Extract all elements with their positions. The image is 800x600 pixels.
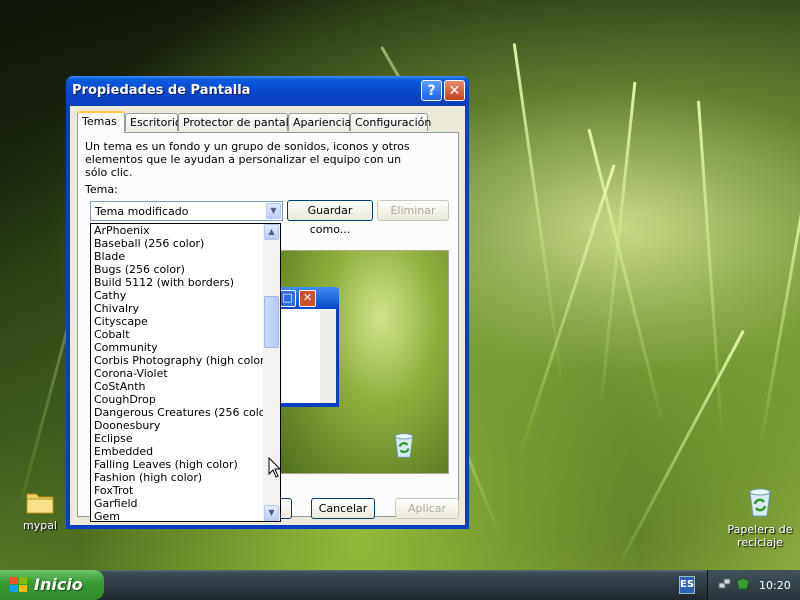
theme-dropdown-list[interactable]: ArPhoenix Baseball (256 color) Blade Bug… xyxy=(90,223,281,522)
start-label: Inicio xyxy=(34,575,83,594)
preview-mini-window: □ ✕ xyxy=(281,287,339,407)
tab-configuracion[interactable]: Configuración xyxy=(350,113,431,131)
desktop-icon-recycle-bin[interactable]: Papelera de reciclaje xyxy=(726,486,794,549)
delete-button[interactable]: Eliminar xyxy=(377,200,449,221)
tema-label: Tema: xyxy=(85,183,118,196)
windows-logo-icon xyxy=(10,577,27,592)
list-item[interactable]: CoughDrop xyxy=(94,393,156,406)
close-button[interactable]: ✕ xyxy=(444,80,465,101)
list-item[interactable]: Build 5112 (with borders) xyxy=(94,276,234,289)
grass-blade xyxy=(760,183,800,441)
list-item[interactable]: Garfield xyxy=(94,497,138,510)
list-item[interactable]: FoxTrot xyxy=(94,484,133,497)
preview-maximize-icon: □ xyxy=(281,290,296,307)
list-item[interactable]: Corbis Photography (high color) xyxy=(94,354,269,367)
list-item[interactable]: Doonesbury xyxy=(94,419,160,432)
list-item[interactable]: Gem xyxy=(94,510,120,521)
theme-preview: □ ✕ xyxy=(280,250,449,474)
save-as-button[interactable]: Guardar como... xyxy=(287,200,373,236)
list-item[interactable]: Cathy xyxy=(94,289,126,302)
taskbar: Inicio ES 10:20 xyxy=(0,570,800,600)
list-item[interactable]: Baseball (256 color) xyxy=(94,237,204,250)
desktop-icon-label-line2: reciclaje xyxy=(737,536,783,549)
list-item[interactable]: Cityscape xyxy=(94,315,148,328)
language-indicator[interactable]: ES xyxy=(679,576,695,594)
tab-temas[interactable]: Temas xyxy=(77,111,125,133)
scroll-thumb[interactable] xyxy=(264,296,279,348)
desktop-icon-mypal[interactable]: mypal xyxy=(18,490,62,532)
theme-select[interactable]: Tema modificado ▼ xyxy=(90,201,283,221)
grass-blade xyxy=(520,164,616,451)
system-tray: 10:20 xyxy=(707,570,800,600)
folder-icon xyxy=(26,493,54,514)
list-item[interactable]: Blade xyxy=(94,250,125,263)
list-item[interactable]: Embedded xyxy=(94,445,153,458)
preview-mini-client xyxy=(281,309,336,403)
preview-scrollbar xyxy=(320,309,336,403)
list-item[interactable]: ArPhoenix xyxy=(94,224,150,237)
preview-mini-titlebar: □ ✕ xyxy=(281,287,339,309)
clock[interactable]: 10:20 xyxy=(759,579,791,592)
apply-button[interactable]: Aplicar xyxy=(395,498,459,519)
list-item[interactable]: Fashion (high color) xyxy=(94,471,202,484)
window-title: Propiedades de Pantalla xyxy=(72,83,251,98)
mouse-cursor-icon xyxy=(268,457,282,478)
list-item[interactable]: Corona-Violet xyxy=(94,367,168,380)
chevron-down-icon[interactable]: ▼ xyxy=(266,203,281,219)
scroll-up-icon[interactable]: ▲ xyxy=(264,224,279,240)
desktop-icon-label-line1: Papelera de xyxy=(727,523,793,536)
network-icon[interactable] xyxy=(718,577,732,591)
theme-select-value: Tema modificado xyxy=(95,205,189,218)
tab-protector-de-pantalla[interactable]: Protector de pantalla xyxy=(178,113,299,131)
tab-apariencia[interactable]: Apariencia xyxy=(288,113,351,131)
cancel-button[interactable]: Cancelar xyxy=(311,498,375,519)
preview-close-icon: ✕ xyxy=(299,290,316,307)
security-icon[interactable] xyxy=(736,577,750,591)
list-item[interactable]: Eclipse xyxy=(94,432,133,445)
preview-recycle-bin-icon xyxy=(391,431,417,464)
list-item[interactable]: Bugs (256 color) xyxy=(94,263,185,276)
list-item[interactable]: Falling Leaves (high color) xyxy=(94,458,238,471)
list-item[interactable]: Dangerous Creatures (256 color) xyxy=(94,406,274,419)
temas-description: Un tema es un fondo y un grupo de sonido… xyxy=(85,140,410,179)
grass-blade xyxy=(696,100,723,431)
list-item[interactable]: Community xyxy=(94,341,158,354)
tab-escritorio[interactable]: Escritorio xyxy=(125,113,182,131)
recycle-bin-icon xyxy=(749,488,771,517)
start-button[interactable]: Inicio xyxy=(0,570,104,600)
help-button[interactable]: ? xyxy=(421,80,442,101)
desktop-icon-label: mypal xyxy=(22,519,57,532)
list-item[interactable]: CoStAnth xyxy=(94,380,146,393)
list-item[interactable]: Chivalry xyxy=(94,302,139,315)
window-titlebar[interactable]: Propiedades de Pantalla ? ✕ xyxy=(66,76,469,106)
scroll-down-icon[interactable]: ▼ xyxy=(264,505,279,521)
list-item[interactable]: Cobalt xyxy=(94,328,130,341)
grass-blade xyxy=(512,43,563,381)
